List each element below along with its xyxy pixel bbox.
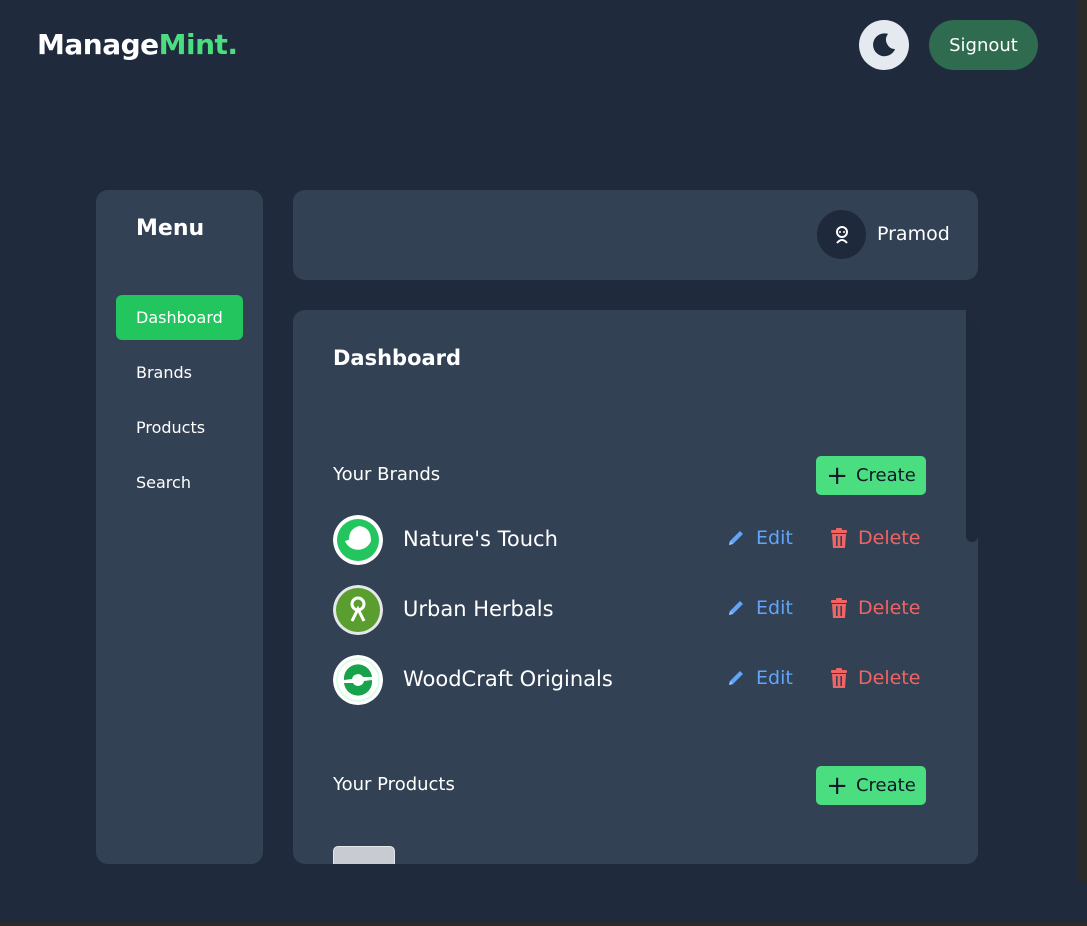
sidebar-item-search[interactable]: Search: [116, 460, 243, 505]
pencil-icon: [729, 671, 743, 685]
trash-icon: [831, 667, 847, 688]
sidebar-item-dashboard[interactable]: Dashboard: [116, 295, 243, 340]
plus-icon: +: [826, 770, 848, 801]
delete-button[interactable]: Delete: [830, 597, 920, 619]
theme-toggle-button[interactable]: [859, 20, 909, 70]
user-avatar-icon: [835, 225, 848, 244]
top-bar: Pramod: [293, 190, 978, 280]
delete-label: Delete: [858, 527, 921, 549]
create-product-label: Create: [855, 775, 916, 796]
edit-button[interactable]: Edit: [726, 597, 793, 619]
sidebar-item-brands[interactable]: Brands: [116, 350, 243, 395]
plus-icon: +: [826, 460, 848, 491]
sidebar-title: Menu: [136, 216, 205, 241]
avatar[interactable]: [817, 210, 866, 259]
trash-icon: [831, 597, 847, 618]
page-title: Dashboard: [333, 346, 462, 370]
sidebar-item-products[interactable]: Products: [116, 405, 243, 450]
list-item: Urban Herbals Edit Delete: [333, 585, 933, 635]
trash-icon: [831, 527, 847, 548]
swirl-logo-icon: [333, 655, 383, 705]
username[interactable]: Pramod: [877, 223, 950, 245]
product-thumbnail[interactable]: [333, 846, 395, 864]
delete-label: Delete: [858, 597, 921, 619]
brand-name: Urban Herbals: [403, 597, 554, 621]
products-section-title: Your Products: [333, 774, 455, 795]
dashboard-panel: Dashboard Your Brands + Create Nature's …: [293, 310, 978, 864]
scrollbar-thumb[interactable]: [966, 310, 978, 542]
brand-name: Nature's Touch: [403, 527, 558, 551]
logo-main-text: Manage: [37, 28, 159, 61]
edit-label: Edit: [756, 667, 793, 689]
pencil-icon: [729, 531, 743, 545]
signout-button[interactable]: Signout: [929, 20, 1038, 70]
list-item: Nature's Touch Edit Delete: [333, 515, 933, 565]
brand-name: WoodCraft Originals: [403, 667, 613, 691]
moon-icon: [873, 33, 896, 57]
app-logo[interactable]: ManageMint.: [37, 28, 238, 61]
brands-section-title: Your Brands: [333, 464, 441, 485]
delete-button[interactable]: Delete: [830, 667, 920, 689]
edit-button[interactable]: Edit: [726, 667, 793, 689]
delete-label: Delete: [858, 667, 921, 689]
edit-label: Edit: [756, 597, 793, 619]
leaf-logo-icon: [333, 515, 383, 565]
create-product-button[interactable]: + Create: [816, 766, 926, 805]
herb-logo-icon: [333, 585, 383, 635]
list-item: WoodCraft Originals Edit Delete: [333, 655, 933, 705]
window-frame-right: [1078, 0, 1087, 882]
sidebar: Menu Dashboard Brands Products Search: [96, 190, 263, 864]
create-brand-label: Create: [855, 465, 916, 486]
logo-accent-text: Mint.: [158, 28, 238, 61]
window-frame-bottom: [0, 922, 1087, 926]
edit-label: Edit: [756, 527, 793, 549]
delete-button[interactable]: Delete: [830, 527, 920, 549]
edit-button[interactable]: Edit: [726, 527, 793, 549]
scrollbar[interactable]: [966, 310, 978, 864]
pencil-icon: [729, 601, 743, 615]
create-brand-button[interactable]: + Create: [816, 456, 926, 495]
